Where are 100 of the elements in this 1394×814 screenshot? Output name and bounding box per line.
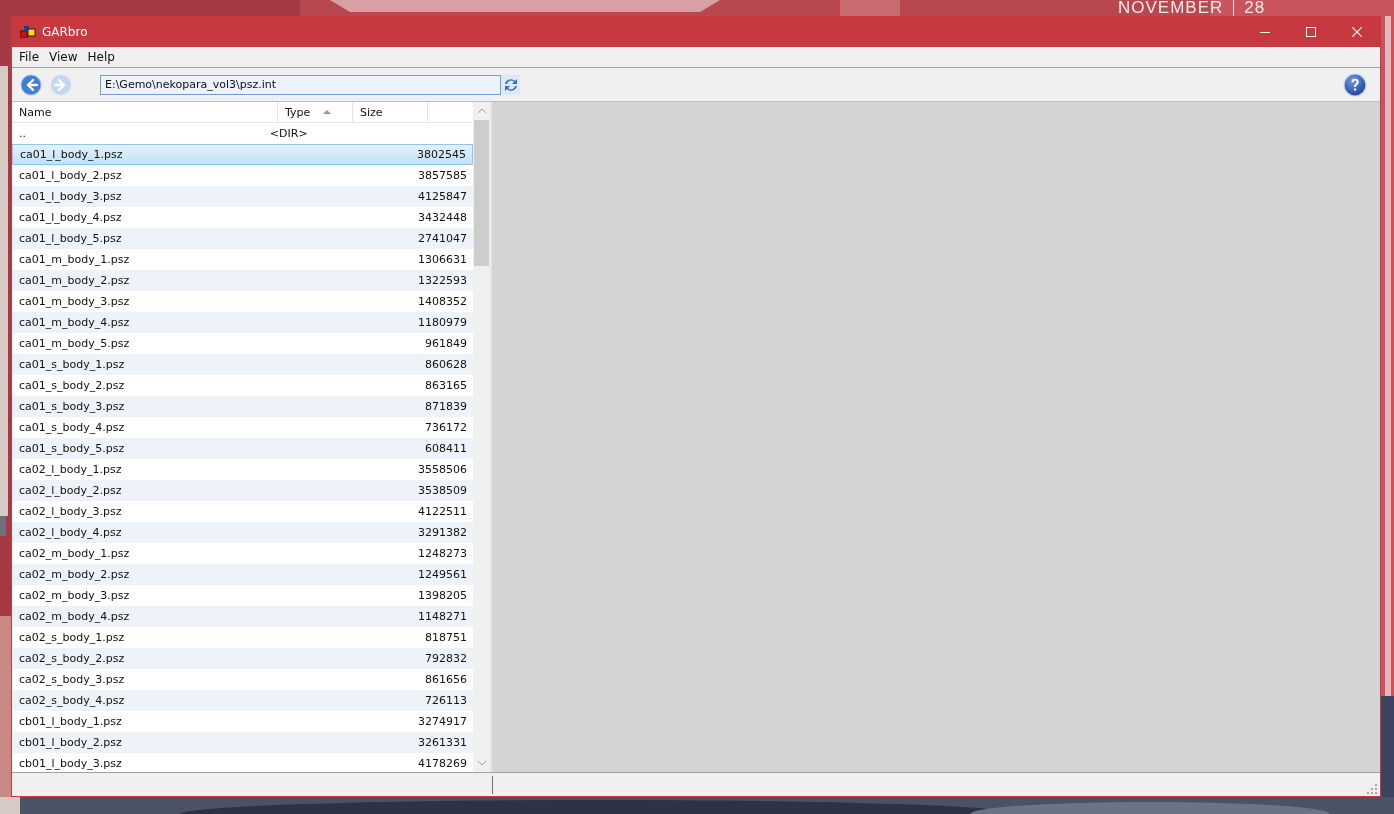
file-row[interactable]: ca02_s_body_2.psz 792832 — [12, 648, 473, 669]
table-cell: 860628 — [425, 358, 467, 371]
table-cell: ca02_l_body_4.psz — [19, 526, 122, 539]
file-row[interactable]: ca01_l_body_1.psz 3802545 — [12, 144, 473, 165]
table-cell: 863165 — [425, 379, 467, 392]
table-cell: 3802545 — [417, 148, 466, 161]
back-button[interactable] — [18, 71, 44, 98]
table-cell: 3291382 — [418, 526, 467, 539]
column-label: Type — [285, 105, 311, 119]
table-cell: ca01_m_body_4.psz — [19, 316, 130, 329]
table-cell: ca01_l_body_2.psz — [19, 169, 122, 182]
file-row[interactable]: ca02_m_body_2.psz 1249561 — [12, 564, 473, 585]
resize-grip-icon[interactable] — [1367, 783, 1377, 794]
file-row[interactable]: ca01_m_body_2.psz 1322593 — [12, 270, 473, 291]
table-cell: ca01_m_body_1.psz — [19, 253, 130, 266]
table-cell: ca01_l_body_5.psz — [19, 232, 122, 245]
table-cell: 3432448 — [418, 211, 467, 224]
table-cell: cb01_l_body_1.psz — [19, 715, 122, 728]
file-row[interactable]: ca01_l_body_3.psz 4125847 — [12, 186, 473, 207]
file-row[interactable]: ca01_l_body_5.psz 2741047 — [12, 228, 473, 249]
maximize-icon — [1306, 27, 1316, 37]
refresh-icon — [503, 77, 518, 92]
table-cell: ca01_s_body_5.psz — [19, 442, 125, 455]
table-cell: 861656 — [425, 673, 467, 686]
file-row[interactable]: ca01_s_body_5.psz 608411 — [12, 438, 473, 459]
table-cell: 4122511 — [418, 505, 467, 518]
table-cell: ca02_s_body_1.psz — [19, 631, 125, 644]
table-cell: ca02_l_body_3.psz — [19, 505, 122, 518]
table-cell: 4125847 — [418, 190, 467, 203]
table-cell: .. — [19, 127, 26, 140]
column-label: Size — [360, 105, 383, 119]
table-cell: 4178269 — [418, 757, 467, 770]
table-cell: 1322593 — [418, 274, 467, 287]
file-row[interactable]: cb01_l_body_2.psz 3261331 — [12, 732, 473, 753]
menu-item[interactable]: Help — [82, 47, 120, 67]
table-cell: ca01_m_body_3.psz — [19, 295, 130, 308]
scroll-up-icon — [476, 108, 487, 114]
menu-item[interactable]: View — [44, 47, 83, 67]
table-cell: 871839 — [425, 400, 467, 413]
table-cell: ca01_l_body_1.psz — [20, 148, 123, 161]
table-cell: ca01_l_body_4.psz — [19, 211, 122, 224]
table-cell: 3558506 — [418, 463, 467, 476]
file-row[interactable]: ca02_l_body_4.psz 3291382 — [12, 522, 473, 543]
table-cell: 818751 — [425, 631, 467, 644]
scrollbar-thumb[interactable] — [474, 120, 489, 266]
scroll-down-icon — [476, 760, 487, 766]
table-cell: ca02_s_body_3.psz — [19, 673, 125, 686]
table-cell: 736172 — [425, 421, 467, 434]
table-cell: 1249561 — [418, 568, 467, 581]
file-row[interactable]: ca01_s_body_3.psz 871839 — [12, 396, 473, 417]
table-cell: 2741047 — [418, 232, 467, 245]
table-cell: 1148271 — [418, 610, 467, 623]
table-cell: ca01_s_body_4.psz — [19, 421, 125, 434]
table-cell: ca01_s_body_3.psz — [19, 400, 125, 413]
table-cell: 1306631 — [418, 253, 467, 266]
column-header[interactable]: Type — [278, 102, 353, 122]
table-cell: ca02_m_body_1.psz — [19, 547, 130, 560]
table-cell: 3261331 — [418, 736, 467, 749]
file-row[interactable]: ca02_m_body_4.psz 1148271 — [12, 606, 473, 627]
file-row[interactable]: ca02_s_body_4.psz 726113 — [12, 690, 473, 711]
table-cell: ca02_l_body_1.psz — [19, 463, 122, 476]
table-cell: ca02_m_body_3.psz — [19, 589, 130, 602]
table-cell: 1408352 — [418, 295, 467, 308]
table-cell: ca02_s_body_4.psz — [19, 694, 125, 707]
scrollbar[interactable] — [473, 102, 490, 772]
menu-item[interactable]: File — [14, 47, 45, 67]
table-cell: ca02_l_body_2.psz — [19, 484, 122, 497]
file-row[interactable]: ca01_s_body_1.psz 860628 — [12, 354, 473, 375]
table-cell: ca01_s_body_1.psz — [19, 358, 125, 371]
help-button[interactable] — [1342, 71, 1368, 98]
app-icon — [20, 26, 36, 38]
table-cell: ca02_m_body_4.psz — [19, 610, 130, 623]
column-header[interactable]: Name — [12, 102, 278, 122]
table-cell: ca01_m_body_2.psz — [19, 274, 130, 287]
table-cell: 1248273 — [418, 547, 467, 560]
table-cell: ca02_s_body_2.psz — [19, 652, 125, 665]
path-text: E:\Gemo\nekopara_vol3\psz.int — [104, 78, 278, 91]
column-label: Name — [19, 105, 52, 119]
table-cell: 608411 — [425, 442, 467, 455]
table-cell: 726113 — [425, 694, 467, 707]
file-row[interactable]: ca01_m_body_4.psz 1180979 — [12, 312, 473, 333]
help-icon — [1343, 72, 1367, 97]
table-cell: 961849 — [425, 337, 467, 350]
file-row[interactable]: ca02_l_body_2.psz 3538509 — [12, 480, 473, 501]
table-cell: 3538509 — [418, 484, 467, 497]
refresh-button[interactable] — [500, 74, 520, 95]
table-cell: cb01_l_body_3.psz — [19, 757, 122, 770]
column-header[interactable]: Size — [353, 102, 428, 122]
table-cell: cb01_l_body_2.psz — [19, 736, 122, 749]
table-cell: 1398205 — [418, 589, 467, 602]
close-icon — [1352, 27, 1362, 37]
table-cell: 1180979 — [418, 316, 467, 329]
table-cell: 3857585 — [418, 169, 467, 182]
table-cell: ca01_s_body_2.psz — [19, 379, 125, 392]
window-title: GARbro — [42, 25, 88, 39]
table-cell: 3274917 — [418, 715, 467, 728]
table-cell: ca01_m_body_5.psz — [19, 337, 130, 350]
table-cell: ca01_l_body_3.psz — [19, 190, 122, 203]
table-cell: <DIR> — [269, 127, 308, 140]
path-field[interactable]: E:\Gemo\nekopara_vol3\psz.int — [100, 74, 520, 95]
